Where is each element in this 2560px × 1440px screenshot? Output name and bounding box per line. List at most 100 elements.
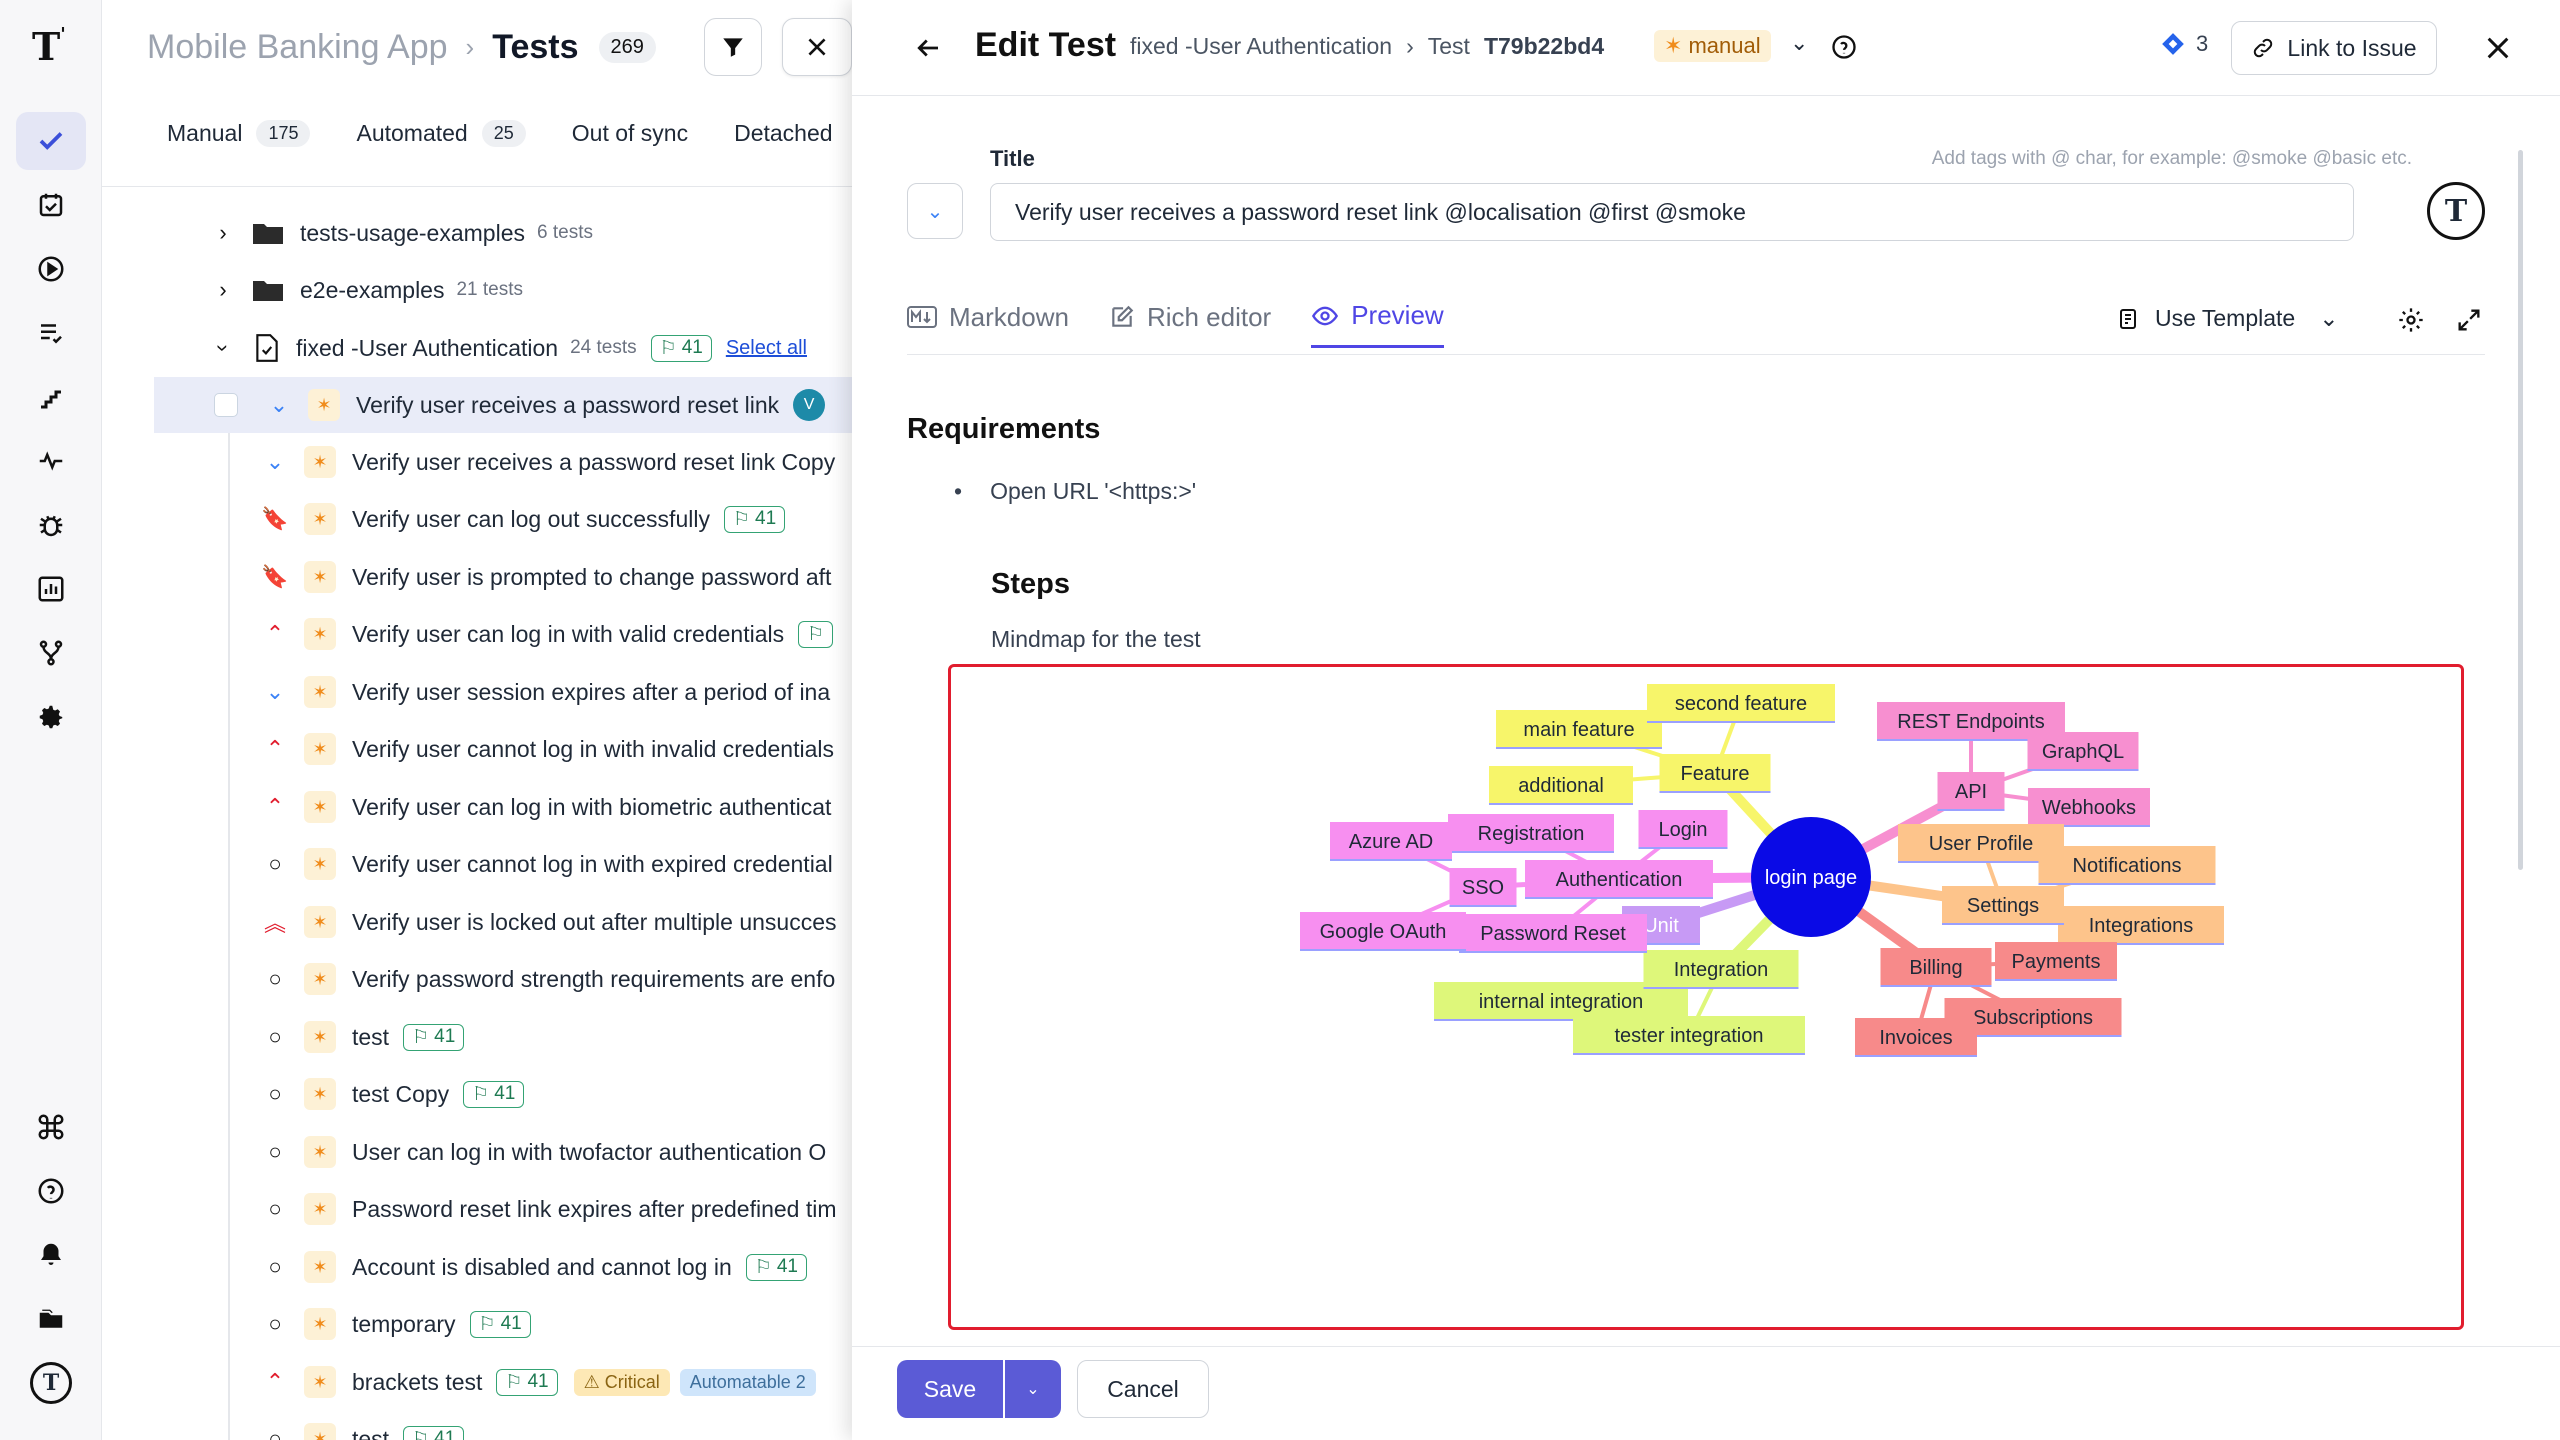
use-template-dropdown[interactable]: Use Template ⌄: [2117, 305, 2338, 332]
steps-nav-icon[interactable]: [16, 368, 86, 426]
save-options-button[interactable]: ⌄: [1005, 1360, 1061, 1418]
tab-detached[interactable]: Detached: [734, 120, 832, 147]
project-name[interactable]: Mobile Banking App: [147, 28, 448, 67]
test-id[interactable]: T79b22bd4: [1484, 33, 1604, 60]
test-row[interactable]: ○ ✶ test ⚐ 41: [102, 1009, 852, 1065]
tests-count-badge: 269: [598, 31, 656, 63]
test-row[interactable]: ⌄ ✶ Verify user session expires after a …: [102, 664, 852, 720]
ai-assistant-icon[interactable]: T: [2427, 182, 2485, 240]
test-title: Verify user cannot log in with invalid c…: [352, 735, 834, 762]
account-logo-icon[interactable]: T: [16, 1354, 86, 1412]
mindmap-node: tester integration: [1573, 1016, 1805, 1055]
tab-label: Out of sync: [571, 120, 689, 146]
test-row[interactable]: ○ ✶ temporary ⚐ 41: [102, 1296, 852, 1352]
suite-row[interactable]: › fixed -User Authentication 24 tests ⚐ 4…: [102, 320, 852, 376]
folder-row[interactable]: › e2e-examples 21 tests: [102, 262, 852, 318]
bug-nav-icon[interactable]: [16, 496, 86, 554]
test-row[interactable]: ⌃ ✶ Verify user can log in with valid cr…: [102, 606, 852, 662]
mindmap-node: Billing: [1880, 948, 1992, 987]
test-row[interactable]: ○ ✶ test ⚐ 41: [102, 1411, 852, 1440]
gear-icon[interactable]: [2397, 306, 2425, 334]
save-button[interactable]: Save: [897, 1360, 1003, 1418]
title-input[interactable]: [990, 183, 2354, 241]
priority-normal-icon: ⌄: [265, 449, 285, 474]
tag-badge: ⚐: [798, 620, 834, 648]
tab-automated[interactable]: Automated 25: [356, 120, 526, 147]
close-list-button[interactable]: [782, 18, 852, 76]
tab-markdown[interactable]: Markdown: [907, 302, 1069, 347]
mindmap-node-label: Settings: [1967, 895, 2039, 917]
suite-crumb[interactable]: fixed -User Authentication: [1130, 33, 1392, 60]
test-title: Account is disabled and cannot log in: [352, 1253, 732, 1280]
app-logo-icon[interactable]: T': [32, 24, 72, 69]
tab-label: Preview: [1351, 300, 1444, 330]
close-icon[interactable]: [2482, 32, 2514, 64]
manual-test-icon: ✶: [304, 1193, 336, 1225]
analytics-nav-icon[interactable]: [16, 560, 86, 618]
bell-icon[interactable]: [16, 1226, 86, 1284]
mindmap-root-label: login page: [1765, 867, 1857, 889]
command-icon[interactable]: [16, 1098, 86, 1156]
test-row-selected[interactable]: ⌄ ✶ Verify user receives a password rese…: [154, 377, 852, 433]
edit-footer: Save ⌄ Cancel: [852, 1346, 2560, 1440]
mindmap-node-label: Password Reset: [1480, 923, 1626, 945]
pulse-nav-icon[interactable]: [16, 432, 86, 490]
expand-icon[interactable]: [2455, 306, 2483, 334]
mindmap-node: Payments: [1995, 942, 2117, 981]
test-row[interactable]: ⌄ ✶ Verify user receives a password rese…: [102, 434, 852, 490]
cancel-button[interactable]: Cancel: [1077, 1360, 1209, 1418]
chevron-right-icon[interactable]: ›: [212, 220, 234, 246]
mindmap-node: Webhooks: [2028, 788, 2150, 827]
test-title: Verify user can log out successfully: [352, 505, 710, 532]
test-row[interactable]: ︽ ✶ Verify user is locked out after mult…: [102, 894, 852, 950]
tab-manual[interactable]: Manual 175: [167, 120, 311, 147]
priority-normal-icon: ⌄: [265, 679, 285, 704]
filter-button[interactable]: [704, 18, 762, 76]
test-row[interactable]: ⌃ ✶ Verify user can log in with biometri…: [102, 779, 852, 835]
projects-icon[interactable]: [16, 1290, 86, 1348]
branches-nav-icon[interactable]: [16, 624, 86, 682]
chevron-down-icon[interactable]: ⌄: [1790, 30, 1808, 56]
settings-nav-icon[interactable]: [16, 688, 86, 746]
manual-test-icon: ✶: [304, 503, 336, 535]
test-row[interactable]: 🔖 ✶ Verify user can log out successfully…: [102, 491, 852, 547]
test-row[interactable]: 🔖 ✶ Verify user is prompted to change pa…: [102, 549, 852, 605]
plans-nav-icon[interactable]: [16, 176, 86, 234]
select-all-link[interactable]: Select all: [726, 337, 807, 360]
jira-links[interactable]: 3: [2160, 31, 2208, 57]
back-button[interactable]: [910, 30, 946, 66]
test-type-badge[interactable]: ✶ manual: [1654, 30, 1771, 62]
chevron-down-icon[interactable]: ›: [210, 337, 236, 359]
runs-nav-icon[interactable]: [16, 240, 86, 298]
tests-nav-icon[interactable]: [16, 112, 86, 170]
priority-critical-icon: 🔖: [261, 564, 289, 589]
test-row[interactable]: ○ ✶ User can log in with twofactor authe…: [102, 1124, 852, 1180]
mindmap-caption: Mindmap for the test: [991, 626, 1201, 652]
test-row[interactable]: ○ ✶ Password reset link expires after pr…: [102, 1181, 852, 1237]
mindmap-node: Feature: [1659, 754, 1771, 793]
test-row[interactable]: ○ ✶ Verify password strength requirement…: [102, 951, 852, 1007]
test-row[interactable]: ○ ✶ Account is disabled and cannot log i…: [102, 1239, 852, 1295]
folder-count: 21 tests: [456, 279, 524, 300]
help-icon[interactable]: [16, 1162, 86, 1220]
tag-badge: ⚐ 41: [469, 1310, 531, 1338]
checklist-nav-icon[interactable]: [16, 304, 86, 362]
question-icon[interactable]: [1830, 33, 1858, 61]
chevron-down-icon: ⌄: [926, 200, 944, 223]
markdown-icon: [907, 306, 937, 328]
collapse-button[interactable]: ⌄: [907, 183, 963, 239]
test-row[interactable]: ○ ✶ Verify user cannot log in with expir…: [102, 836, 852, 892]
test-row[interactable]: ⌃ ✶ Verify user cannot log in with inval…: [102, 721, 852, 777]
test-row[interactable]: ○ ✶ test Copy ⚐ 41: [102, 1066, 852, 1122]
row-checkbox[interactable]: [214, 393, 238, 417]
link-to-issue-button[interactable]: Link to Issue: [2231, 21, 2437, 75]
test-title: Verify user session expires after a peri…: [352, 678, 831, 705]
chevron-right-icon[interactable]: ›: [212, 277, 234, 303]
mindmap-node: Login: [1638, 810, 1728, 849]
scrollbar[interactable]: [2518, 150, 2523, 870]
tab-preview[interactable]: Preview: [1311, 300, 1444, 348]
folder-row[interactable]: › tests-usage-examples 6 tests: [102, 205, 852, 261]
tab-rich-editor[interactable]: Rich editor: [1109, 302, 1271, 347]
tab-out-of-sync[interactable]: Out of sync: [572, 120, 688, 147]
test-row[interactable]: ⌃ ✶ brackets test ⚐ 41 ⚠ Critical Automat…: [102, 1354, 852, 1410]
